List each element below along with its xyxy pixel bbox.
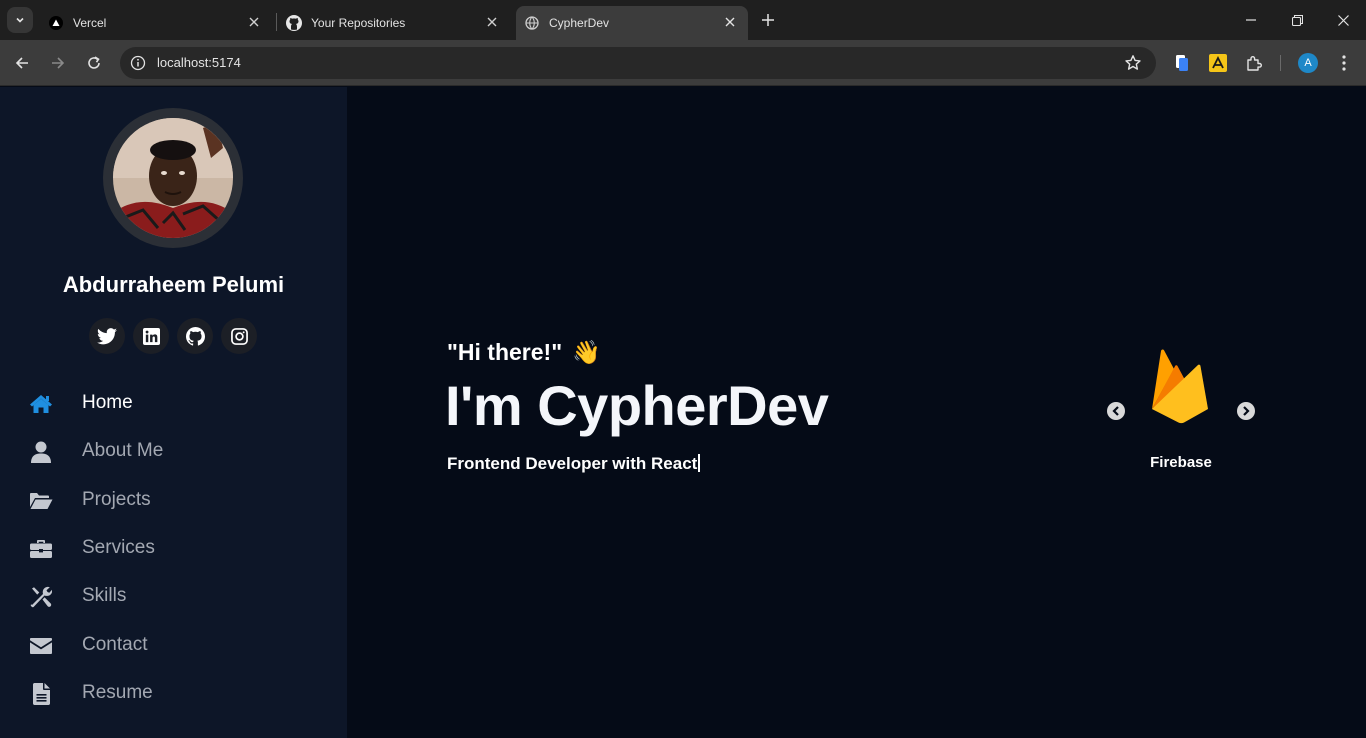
- github-icon: [286, 15, 302, 31]
- reload-icon: [88, 56, 100, 69]
- vercel-icon: [48, 15, 64, 31]
- globe-icon: [524, 15, 540, 31]
- nav-label: Resume: [82, 682, 153, 703]
- arrow-left-icon: [15, 57, 28, 69]
- tab-separator: [276, 13, 277, 31]
- carousel-label: Firebase: [1150, 454, 1212, 471]
- browser-tab-strip: Vercel Your Repositories CypherDev: [0, 0, 1366, 40]
- close-icon: [1337, 14, 1349, 26]
- waving-hand-icon: 👋: [572, 339, 601, 365]
- plus-icon: [762, 14, 774, 26]
- restore-button[interactable]: [1274, 0, 1320, 40]
- toolbar-separator: [1280, 55, 1281, 71]
- hero-headline: I'm CypherDev: [445, 374, 829, 437]
- extension-a-icon[interactable]: [1208, 53, 1228, 73]
- typing-caret: [698, 454, 701, 472]
- nav-skills[interactable]: Skills: [0, 577, 347, 617]
- profile-avatar[interactable]: A: [1298, 53, 1318, 73]
- minimize-button[interactable]: [1228, 0, 1274, 40]
- bookmark-star-icon[interactable]: [1124, 54, 1142, 72]
- chevron-right-icon: [1243, 406, 1250, 416]
- briefcase-icon: [29, 537, 53, 561]
- folder-open-icon: [29, 489, 53, 513]
- new-tab-button[interactable]: [758, 10, 778, 30]
- tab-title: Vercel: [73, 16, 107, 30]
- extensions-puzzle-icon[interactable]: [1244, 53, 1264, 73]
- nav-label: Contact: [82, 634, 148, 655]
- close-tab-icon[interactable]: [246, 14, 262, 30]
- chevron-down-icon: [16, 17, 24, 23]
- close-window-button[interactable]: [1320, 0, 1366, 40]
- firebase-logo-icon: [1152, 349, 1208, 424]
- twitter-link[interactable]: [89, 318, 125, 354]
- nav-projects[interactable]: Projects: [0, 481, 347, 521]
- tab-title: CypherDev: [549, 16, 610, 30]
- tab-vercel[interactable]: Vercel: [40, 6, 272, 40]
- tab-your-repositories[interactable]: Your Repositories: [278, 6, 510, 40]
- browser-menu-button[interactable]: [1334, 53, 1354, 73]
- greeting-text: "Hi there!": [447, 339, 563, 365]
- tools-icon: [29, 585, 53, 609]
- linkedin-icon: [142, 327, 160, 345]
- kebab-menu-icon: [1342, 55, 1346, 71]
- url-text[interactable]: localhost:5174: [157, 55, 241, 70]
- nav-label: Services: [82, 537, 155, 558]
- reload-button[interactable]: [82, 51, 106, 75]
- chevron-left-icon: [1112, 406, 1119, 416]
- back-button[interactable]: [10, 51, 34, 75]
- hero-section: "Hi there!" 👋 I'm CypherDev Frontend Dev…: [347, 87, 1366, 738]
- github-link[interactable]: [177, 318, 213, 354]
- instagram-link[interactable]: [221, 318, 257, 354]
- close-tab-icon[interactable]: [484, 14, 500, 30]
- forward-button[interactable]: [46, 51, 70, 75]
- close-tab-icon[interactable]: [722, 14, 738, 30]
- instagram-icon: [230, 327, 248, 345]
- nav-label: Projects: [82, 489, 151, 510]
- social-links: [89, 318, 257, 354]
- carousel-next-button[interactable]: [1237, 402, 1255, 420]
- nav-contact[interactable]: Contact: [0, 626, 347, 666]
- profile-name: Abdurraheem Pelumi: [62, 272, 285, 297]
- nav-label: About Me: [82, 440, 164, 461]
- github-icon: [185, 326, 205, 346]
- extension-docs-icon[interactable]: [1172, 53, 1192, 73]
- tab-cypherdev[interactable]: CypherDev: [516, 6, 748, 40]
- twitter-icon: [97, 327, 117, 344]
- nav-services[interactable]: Services: [0, 529, 347, 569]
- arrow-right-icon: [52, 57, 65, 69]
- browser-toolbar: localhost:5174 A: [0, 40, 1366, 86]
- nav-about-me[interactable]: About Me: [0, 432, 347, 472]
- minimize-icon: [1246, 19, 1256, 21]
- hero-tagline: Frontend Developer with React: [447, 454, 701, 474]
- greeting: "Hi there!" 👋: [447, 339, 601, 366]
- home-icon: [29, 392, 53, 416]
- sidebar: Abdurraheem Pelumi Home About Me Project…: [0, 87, 347, 738]
- profile-photo-frame: [103, 108, 243, 248]
- envelope-icon: [29, 634, 53, 658]
- linkedin-link[interactable]: [133, 318, 169, 354]
- user-icon: [29, 440, 53, 464]
- file-icon: [29, 682, 53, 706]
- tab-title: Your Repositories: [311, 16, 406, 30]
- carousel-prev-button[interactable]: [1107, 402, 1125, 420]
- nav-label: Skills: [82, 585, 127, 606]
- nav-resume[interactable]: Resume: [0, 674, 347, 714]
- nav-home[interactable]: Home: [0, 384, 347, 424]
- restore-icon: [1291, 14, 1303, 26]
- profile-photo: [113, 118, 233, 238]
- address-bar[interactable]: localhost:5174: [120, 47, 1156, 79]
- site-info-icon[interactable]: [130, 55, 146, 71]
- tab-search-button[interactable]: [7, 7, 33, 33]
- tagline-text: Frontend Developer with React: [447, 454, 698, 473]
- nav-label: Home: [82, 392, 133, 413]
